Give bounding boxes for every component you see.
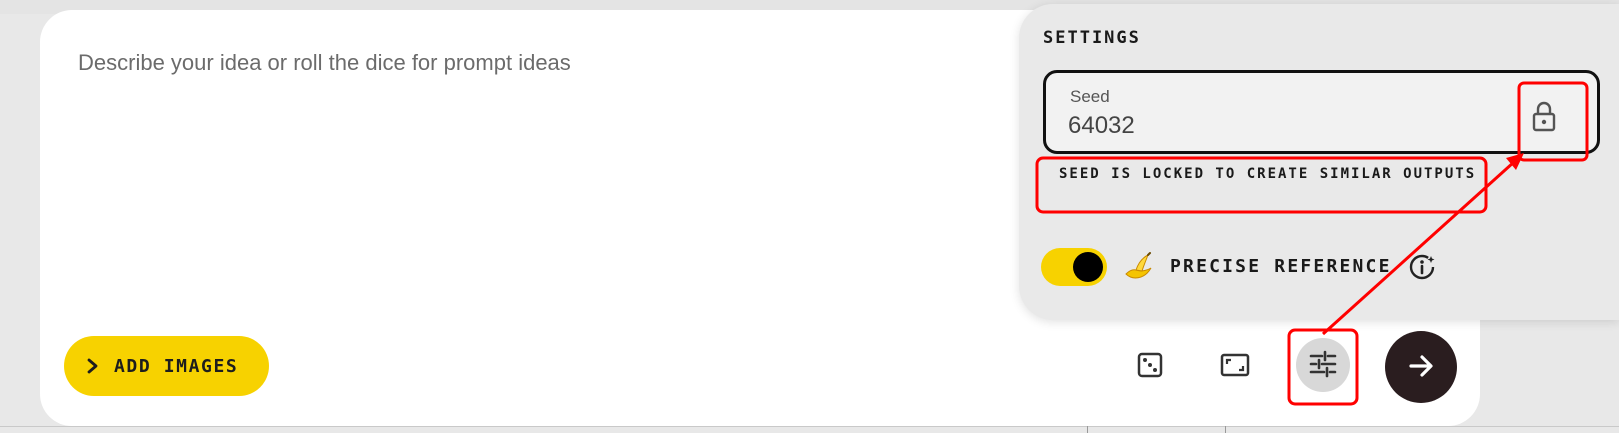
bottom-divider	[0, 426, 1619, 427]
dice-icon	[1136, 351, 1164, 382]
divider-tick	[1087, 426, 1088, 433]
arrow-right-icon	[1406, 351, 1436, 384]
add-images-button[interactable]: ADD IMAGES	[64, 336, 269, 396]
seed-label: Seed	[1070, 87, 1110, 106]
chevron-right-icon	[86, 358, 100, 374]
submit-button[interactable]	[1385, 331, 1457, 403]
seed-locked-note: SEED IS LOCKED TO CREATE SIMILAR OUTPUTS	[1059, 166, 1477, 182]
add-images-label: ADD IMAGES	[114, 355, 239, 377]
lock-icon	[1531, 100, 1557, 135]
settings-toggle-button[interactable]	[1296, 338, 1350, 392]
precise-reference-toggle[interactable]	[1041, 248, 1107, 286]
tune-sliders-icon	[1308, 349, 1338, 382]
aspect-ratio-icon	[1220, 352, 1250, 381]
precise-reference-label: PRECISE REFERENCE	[1170, 256, 1392, 277]
banana-icon	[1122, 250, 1156, 284]
seed-lock-button[interactable]	[1524, 94, 1564, 140]
settings-title: SETTINGS	[1043, 28, 1141, 48]
seed-input[interactable]	[1068, 111, 1368, 141]
divider-tick	[1225, 426, 1226, 433]
toggle-knob	[1073, 252, 1103, 282]
aspect-ratio-button[interactable]	[1213, 344, 1257, 388]
precise-reference-info-button[interactable]	[1405, 251, 1439, 285]
dice-button[interactable]	[1128, 344, 1172, 388]
prompt-input[interactable]	[76, 42, 980, 84]
info-icon	[1407, 252, 1437, 285]
